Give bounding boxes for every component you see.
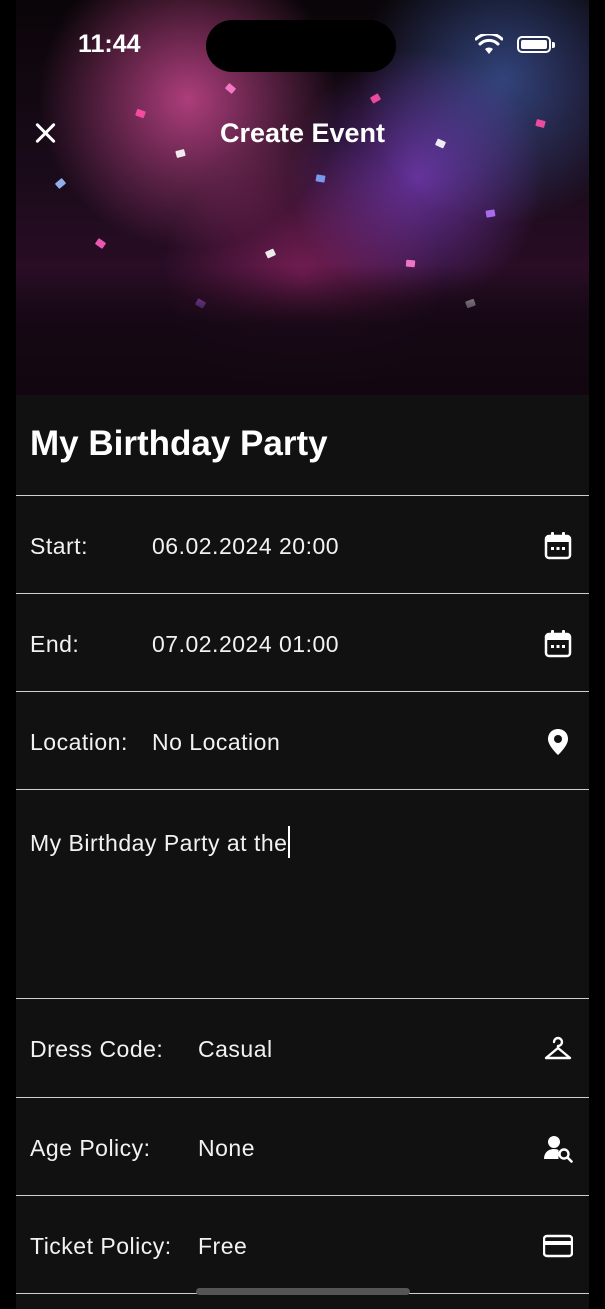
age-policy-value[interactable]: None — [198, 1100, 255, 1196]
dress-code-value[interactable]: Casual — [198, 1001, 273, 1097]
divider — [16, 495, 589, 496]
location-row[interactable]: Location: No Location — [16, 694, 589, 790]
end-value[interactable]: 07.02.2024 01:00 — [152, 596, 339, 692]
page-title: Create Event — [219, 118, 386, 148]
start-date-row[interactable]: Start: 06.02.2024 20:00 — [16, 498, 589, 594]
hanger-icon[interactable] — [543, 1034, 573, 1064]
nav-bar: Create Event — [16, 108, 589, 160]
description-field[interactable]: My Birthday Party at the — [30, 826, 291, 858]
credit-card-icon[interactable] — [543, 1231, 573, 1261]
dynamic-island — [206, 20, 396, 72]
location-value[interactable]: No Location — [152, 694, 280, 790]
ticket-policy-value[interactable]: Free — [198, 1198, 247, 1294]
calendar-icon[interactable] — [543, 629, 573, 659]
end-label: End: — [30, 631, 80, 657]
dress-code-row[interactable]: Dress Code: Casual — [16, 1001, 589, 1097]
home-indicator[interactable] — [196, 1288, 410, 1295]
start-value[interactable]: 06.02.2024 20:00 — [152, 498, 339, 594]
age-policy-label: Age Policy: — [30, 1135, 151, 1161]
status-time: 11:44 — [78, 30, 141, 58]
description-text: My Birthday Party at the — [30, 830, 288, 856]
end-date-row[interactable]: End: 07.02.2024 01:00 — [16, 596, 589, 692]
ticket-policy-label: Ticket Policy: — [30, 1233, 172, 1259]
location-pin-icon[interactable] — [543, 727, 573, 757]
battery-icon — [517, 36, 551, 53]
calendar-icon[interactable] — [543, 531, 573, 561]
start-label: Start: — [30, 533, 88, 559]
divider — [16, 998, 589, 999]
text-cursor — [288, 826, 291, 858]
ticket-policy-row[interactable]: Ticket Policy: Free — [16, 1198, 589, 1294]
location-label: Location: — [30, 729, 128, 755]
dress-code-label: Dress Code: — [30, 1036, 164, 1062]
divider — [16, 691, 589, 692]
wifi-icon — [475, 34, 503, 54]
divider — [16, 1195, 589, 1196]
divider — [16, 789, 589, 790]
status-bar: 11:44 — [16, 20, 589, 72]
event-title-input[interactable]: My Birthday Party — [30, 424, 328, 464]
divider — [16, 1097, 589, 1098]
person-search-icon[interactable] — [543, 1133, 573, 1163]
divider — [16, 593, 589, 594]
age-policy-row[interactable]: Age Policy: None — [16, 1100, 589, 1196]
